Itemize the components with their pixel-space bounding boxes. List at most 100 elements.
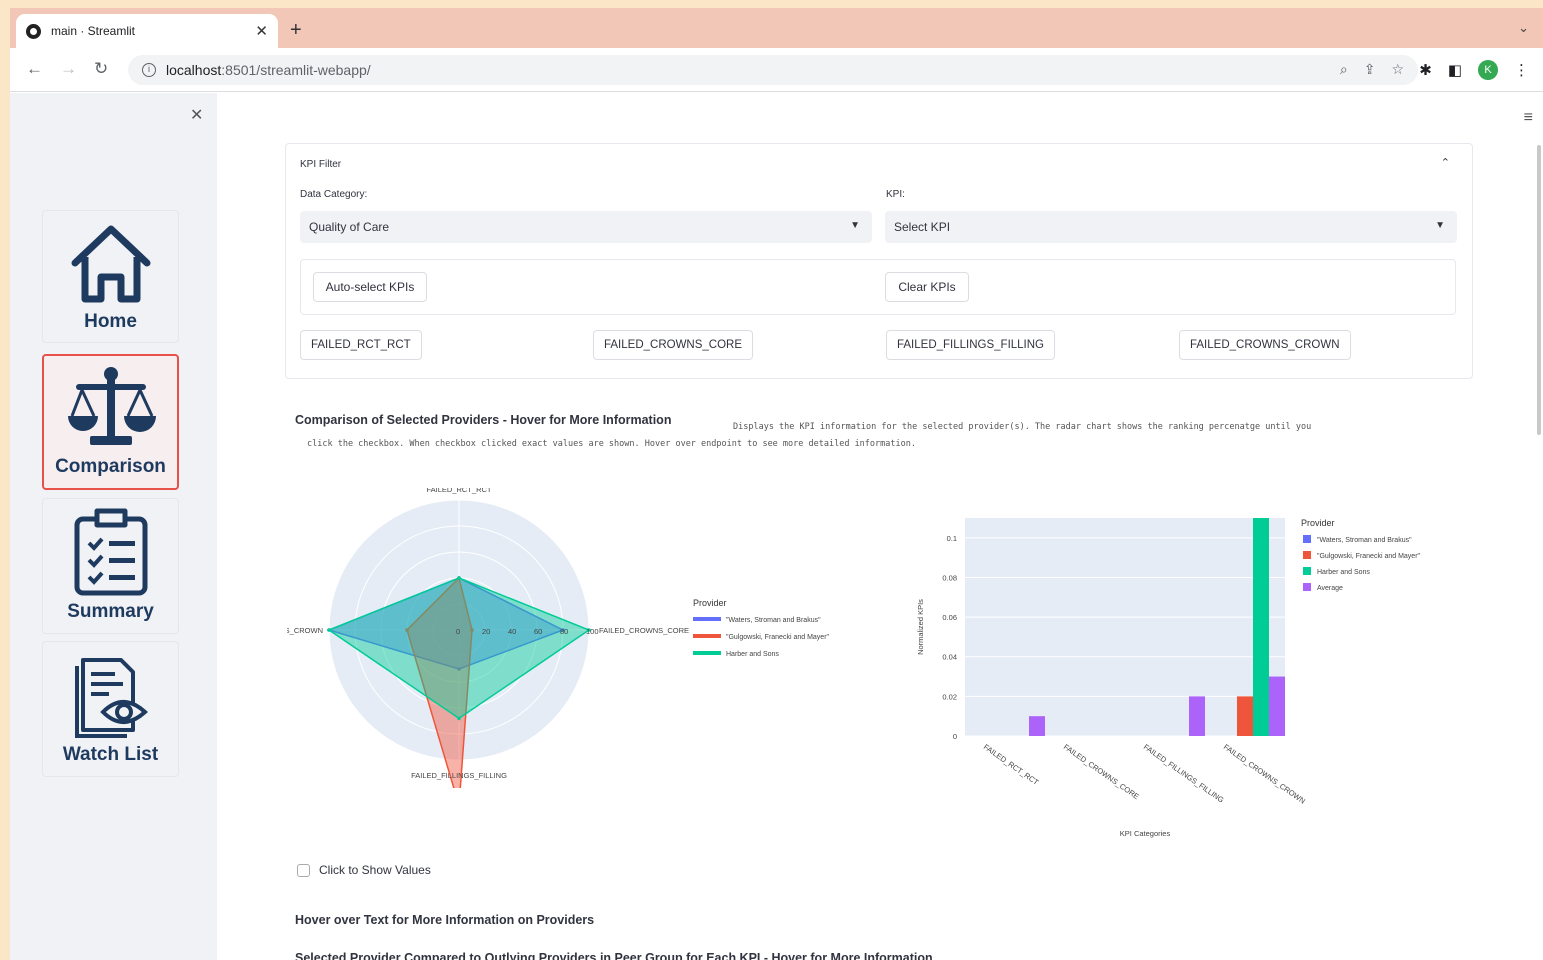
data-category-value: Quality of Care	[309, 220, 390, 234]
radar-axis-label: FAILED_RCT_RCT	[426, 488, 491, 494]
close-tab-icon[interactable]: ✕	[255, 22, 268, 40]
tab-title: main · Streamlit	[51, 24, 136, 38]
omnibox-actions: ⌕ ⇪ ☆	[1340, 61, 1404, 78]
radar-axis-label: ED_CROWNS_CROWN	[287, 626, 323, 635]
legend-entry: "Waters, Stroman and Brakus"	[726, 617, 821, 624]
legend-entry: Harber and Sons	[726, 651, 779, 658]
y-tick-label: 0.08	[942, 573, 957, 582]
legend-title: Provider	[693, 598, 727, 608]
radial-tick-label: 40	[508, 627, 516, 636]
x-tick-label: FAILED_CROWNS_CORE	[1062, 742, 1141, 801]
selected-kpi-chip[interactable]: FAILED_CROWNS_CORE	[593, 330, 754, 360]
radar-axis-label: FAILED_CROWNS_CORE	[599, 626, 689, 635]
kpi-label: KPI:	[886, 189, 905, 200]
share-icon[interactable]: ⇪	[1364, 61, 1376, 78]
close-sidebar-icon[interactable]: ✕	[190, 105, 203, 125]
radial-tick-label: 100	[586, 627, 599, 636]
sidebar-item-watch-list[interactable]: Watch List	[42, 641, 179, 777]
legend-title: Provider	[1301, 518, 1335, 528]
forward-icon[interactable]: →	[60, 59, 77, 79]
x-axis-title: KPI Categories	[1120, 829, 1171, 838]
address-toolbar: ← → ↻ i localhost:8501/streamlit-webapp/…	[10, 48, 1543, 92]
bar	[1237, 696, 1253, 736]
clear-kpis-button[interactable]: Clear KPIs	[885, 272, 969, 302]
selected-kpi-chip[interactable]: FAILED_FILLINGS_FILLING	[886, 330, 1056, 360]
sidebar-item-label: Home	[84, 311, 137, 332]
data-category-select[interactable]: Quality of Care ▼	[300, 211, 872, 243]
auto-select-kpis-button[interactable]: Auto-select KPIs	[313, 272, 427, 302]
url-text: localhost:8501/streamlit-webapp/	[166, 62, 371, 78]
side-panel-icon[interactable]: ◧	[1448, 61, 1462, 79]
clipboard-checklist-icon	[74, 508, 147, 596]
bar	[1029, 716, 1045, 736]
radial-tick-label: 20	[482, 627, 490, 636]
app-menu-icon[interactable]: ≡	[1524, 109, 1533, 127]
extensions-puzzle-icon[interactable]: ✱	[1419, 61, 1432, 79]
dropdown-arrow-icon: ▼	[850, 220, 860, 231]
bar	[1189, 696, 1205, 736]
y-tick-label: 0.1	[947, 534, 957, 543]
legend-entry: "Gulgowski, Franecki and Mayer"	[726, 634, 830, 641]
data-category-label: Data Category:	[300, 189, 368, 200]
checkbox-box[interactable]	[297, 863, 310, 877]
browser-menu-icon[interactable]: ⋮	[1514, 61, 1529, 79]
radial-tick-label: 80	[560, 627, 568, 636]
y-tick-label: 0	[953, 732, 957, 741]
selected-kpi-chip[interactable]: FAILED_CROWNS_CROWN	[1179, 330, 1351, 360]
sidebar-item-summary[interactable]: Summary	[42, 498, 179, 634]
x-tick-label: FAILED_RCT_RCT	[982, 742, 1041, 787]
sidebar-item-label: Watch List	[62, 744, 159, 765]
radar-axis-label: FAILED_FILLINGS_FILLING	[411, 771, 507, 780]
y-axis-title: Normalized KPIs	[916, 599, 925, 655]
legend-swatch	[1303, 567, 1311, 575]
document-eye-icon	[74, 658, 148, 738]
legend-swatch	[1303, 535, 1311, 543]
legend-swatch	[1303, 551, 1311, 559]
bar	[1253, 518, 1269, 736]
main-content: ≡ KPI Filter ⌃ Data Category: Quality of…	[217, 93, 1543, 960]
radar-point	[457, 716, 461, 721]
comparison-heading: Comparison of Selected Providers - Hover…	[295, 413, 672, 427]
tab-search-chevron-icon[interactable]: ⌄	[1518, 20, 1529, 36]
radar-chart[interactable]: 0 20 40 60 80 100 FAILED_RCT_RCT FAILED_CROWNS_…	[287, 488, 887, 788]
back-icon[interactable]: ←	[26, 59, 43, 79]
selected-kpi-chip[interactable]: FAILED_RCT_RCT	[300, 330, 422, 360]
legend-entry: "Gulgowski, Franecki and Mayer"	[1317, 553, 1421, 560]
browser-window: main · Streamlit ✕ + ⌄ ← → ↻ i localhost…	[10, 8, 1543, 960]
browser-tab[interactable]: main · Streamlit ✕	[16, 14, 278, 48]
comparison-description: Displays the KPI information for the sel…	[733, 422, 1312, 432]
radar-point	[457, 576, 461, 580]
kpi-select[interactable]: Select KPI ▼	[885, 211, 1457, 243]
show-values-label: Click to Show Values	[319, 863, 431, 877]
y-tick-label: 0.06	[942, 613, 957, 622]
bar	[1269, 676, 1285, 736]
new-tab-icon[interactable]: +	[290, 19, 302, 42]
zoom-icon[interactable]: ⌕	[1340, 61, 1348, 78]
radial-tick-label: 0	[456, 627, 460, 636]
radial-tick-label: 60	[534, 627, 542, 636]
site-info-icon[interactable]: i	[142, 63, 156, 77]
sidebar-item-home[interactable]: Home	[42, 210, 179, 343]
bookmark-star-icon[interactable]: ☆	[1391, 61, 1404, 78]
kpi-filter-expander: KPI Filter ⌃ Data Category: Quality of C…	[285, 143, 1473, 379]
legend-swatch	[1303, 583, 1311, 591]
legend-entry: "Waters, Stroman and Brakus"	[1317, 537, 1412, 544]
sidebar-item-comparison[interactable]: Comparison	[42, 354, 179, 490]
reload-icon[interactable]: ↻	[94, 59, 108, 79]
outlying-providers-heading: Selected Provider Compared to Outlying P…	[295, 951, 933, 960]
tab-bar: main · Streamlit ✕ + ⌄	[10, 8, 1543, 48]
comparison-description-continued: click the checkbox. When checkbox clicke…	[307, 439, 916, 449]
address-bar[interactable]: i localhost:8501/streamlit-webapp/ ⌕ ⇪ ☆	[128, 55, 1418, 85]
collapse-chevron-icon[interactable]: ⌃	[1441, 156, 1450, 169]
sidebar-item-label: Comparison	[55, 456, 166, 477]
browser-actions: ✱ ◧ K ⋮	[1419, 60, 1529, 80]
x-tick-label: FAILED_CROWNS_CROWN	[1222, 742, 1307, 805]
scale-icon	[67, 367, 156, 445]
hover-text-heading: Hover over Text for More Information on …	[295, 913, 595, 927]
kpi-button-row: Auto-select KPIs Clear KPIs	[300, 259, 1456, 315]
show-values-checkbox[interactable]: Click to Show Values	[297, 863, 431, 877]
profile-avatar[interactable]: K	[1478, 60, 1498, 80]
bar-chart[interactable]: 0 0.02 0.04 0.06 0.08 0.1 FAILED_RCT_RCT FAILED…	[901, 498, 1501, 838]
dropdown-arrow-icon: ▼	[1435, 220, 1445, 231]
scrollbar[interactable]	[1537, 145, 1541, 435]
